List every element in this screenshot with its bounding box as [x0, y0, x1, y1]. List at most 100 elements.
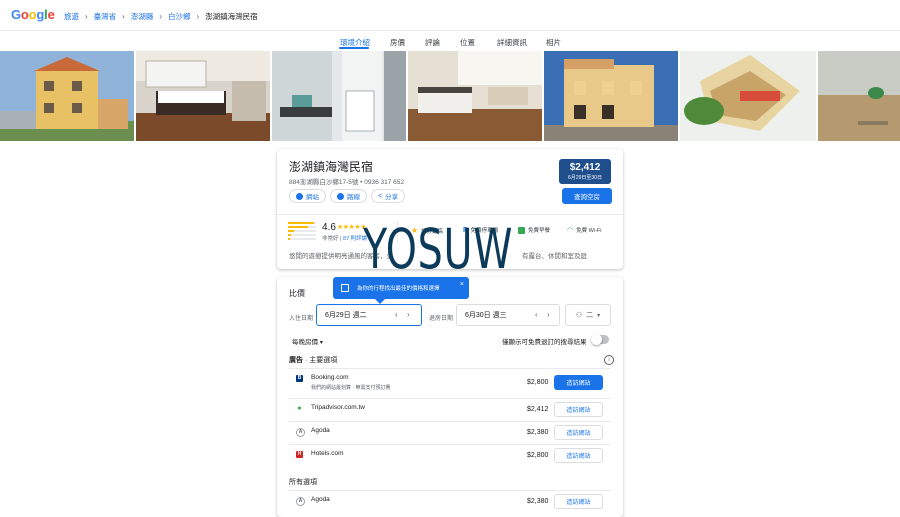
directions-chip[interactable]: 路線	[330, 189, 367, 203]
compare-title: 比價	[289, 289, 305, 298]
visit-site-button[interactable]: 造訪網站	[554, 494, 603, 509]
breadcrumb-separator-icon: ›	[85, 12, 88, 21]
breadcrumb-baisha[interactable]: 白沙鄉	[168, 11, 191, 22]
table-row: ● Tripadvisor.com.tw $2,412 造訪網站	[289, 398, 611, 421]
directions-icon	[337, 192, 344, 200]
all-options-heading: 所有選項	[289, 479, 317, 486]
header-divider	[0, 30, 900, 31]
hotel-description-tail: 有露台、休閒和室及庭	[522, 253, 587, 260]
breadcrumb-penghu[interactable]: 澎湖縣	[131, 11, 154, 22]
chevron-right-icon[interactable]: ›	[407, 310, 410, 319]
photo-bedroom-1[interactable]	[136, 51, 270, 141]
breadcrumb-travel[interactable]: 旅遊	[64, 11, 79, 22]
breadcrumb-separator-icon: ›	[122, 12, 125, 21]
info-icon[interactable]: i	[604, 355, 614, 365]
amenity-breakfast: 免費早餐	[518, 226, 550, 234]
provider-name: Tripadvisor.com.tw	[311, 404, 365, 411]
nightly-price-label: 每晚房價	[292, 339, 318, 346]
table-row: B Booking.com 我們的網站最划算 · 無需支付預訂費 $2,800 …	[289, 368, 611, 397]
share-chip[interactable]: < 分享	[371, 189, 406, 203]
checkout-value: 6月30日 週三	[465, 312, 507, 319]
breadcrumb-separator-icon: ›	[196, 12, 200, 21]
logo-letter: o	[20, 7, 29, 22]
featured-options-title: 主要選項	[309, 357, 338, 364]
rating-label: 非常好 | 87 則評論	[322, 236, 368, 242]
free-cancel-toggle[interactable]	[591, 334, 609, 345]
checkin-field[interactable]: 6月29日 週二 ‹ ›	[316, 304, 422, 326]
provider-price: $2,380	[527, 429, 549, 436]
photo-exterior[interactable]	[0, 51, 134, 141]
guests-value: 二	[586, 312, 594, 319]
photo-bathroom[interactable]	[272, 51, 406, 141]
photo-bedroom-2[interactable]	[408, 51, 542, 141]
guests-selector[interactable]: ⚇ 二 ▾	[565, 304, 611, 326]
hotels-logo-icon: H	[296, 451, 303, 458]
logo-letter: g	[36, 7, 45, 22]
check-availability-button[interactable]: 查詢空房	[562, 188, 612, 204]
chevron-left-icon[interactable]: ‹	[395, 310, 398, 319]
checkout-field[interactable]: 6月30日 週三 ‹ ›	[456, 304, 560, 326]
table-row: A Agoda $2,380 造訪網站	[289, 421, 611, 444]
logo-letter: G	[11, 7, 21, 22]
breadcrumb: 旅遊 › 臺灣省 › 澎湖縣 › 白沙鄉 › 澎湖鎮海灣民宿	[64, 11, 258, 22]
free-cancel-label: 僅顯示可免費退訂的搜尋結果	[502, 339, 587, 346]
tripadvisor-logo-icon: ●	[296, 405, 303, 412]
visit-site-button[interactable]: 造訪網站	[554, 375, 603, 390]
agoda-logo-icon: A	[296, 428, 305, 437]
website-chip-label: 網站	[306, 194, 319, 201]
visit-site-button[interactable]: 造訪網站	[554, 402, 603, 417]
breadcrumb-taiwan[interactable]: 臺灣省	[94, 11, 117, 22]
photo-food[interactable]	[680, 51, 816, 141]
provider-name: Agoda	[311, 496, 330, 503]
star-rating-icon: ★★★★★	[337, 224, 366, 231]
top-bar: Google 旅遊 › 臺灣省 › 澎湖縣 › 白沙鄉 › 澎湖鎮海灣民宿	[0, 0, 900, 30]
visit-site-button[interactable]: 造訪網站	[554, 425, 603, 440]
ads-label: 廣告	[289, 357, 303, 364]
table-row: H Hotels.com $2,800 造訪網站	[289, 444, 611, 467]
provider-name: Agoda	[311, 427, 330, 434]
price-compare-panel: 比價 為你的行程找出最佳的價格和選擇 × 入住日期 6月29日 週二 ‹ › 退…	[277, 277, 623, 517]
chevron-right-icon[interactable]: ›	[547, 310, 550, 319]
breadcrumb-current: 澎湖鎮海灣民宿	[205, 12, 258, 21]
watermark-text: YOSUW	[363, 217, 514, 281]
photo-house-evening[interactable]	[544, 51, 678, 141]
breakfast-icon	[518, 226, 525, 234]
provider-sub: 我們的網站最划算 · 無需支付預訂費	[311, 385, 391, 391]
google-logo[interactable]: Google	[11, 7, 55, 22]
caret-down-icon: ▾	[319, 340, 323, 346]
booking-logo-icon: B	[296, 375, 303, 382]
calendar-icon	[341, 284, 349, 292]
tab-details[interactable]: 詳細資訊	[497, 37, 527, 48]
rating-number: 4.6	[322, 222, 336, 233]
wifi-icon: ◠	[567, 227, 574, 234]
amenity-label: 免費早餐	[528, 228, 551, 234]
tab-reviews[interactable]: 評論	[425, 37, 440, 48]
photo-landscape[interactable]	[818, 51, 900, 141]
globe-icon	[296, 192, 303, 200]
checkin-value: 6月29日 週二	[325, 312, 367, 319]
directions-chip-label: 路線	[347, 194, 360, 201]
website-chip[interactable]: 網站	[289, 189, 326, 203]
provider-price: $2,800	[527, 379, 549, 386]
hotel-address: 884澎湖縣白沙鄉17-5號 • 0936 317 652	[289, 179, 405, 186]
person-icon: ⚇	[575, 312, 583, 319]
tab-prices[interactable]: 房價	[390, 37, 405, 48]
table-row: A Agoda $2,380 造訪網站	[289, 490, 611, 513]
nightly-price-dropdown[interactable]: 每晚房價 ▾	[292, 336, 323, 346]
amenity-label: 免費 Wi-Fi	[576, 228, 602, 234]
checkout-label: 退房日期	[429, 316, 454, 322]
featured-options-heading: 廣告 · 主要選項	[289, 357, 338, 364]
share-icon: <	[378, 192, 383, 200]
price-value: $2,412	[569, 162, 601, 173]
card-divider	[277, 214, 623, 215]
close-icon[interactable]: ×	[460, 281, 464, 288]
price-dates: 6月29日至30日	[568, 175, 602, 181]
tab-active-indicator	[339, 47, 369, 49]
rating-text: 非常好	[322, 236, 339, 242]
chevron-left-icon[interactable]: ‹	[535, 310, 538, 319]
tab-location[interactable]: 位置	[460, 37, 475, 48]
provider-name: Booking.com	[311, 374, 349, 381]
price-badge[interactable]: $2,412 6月29日至30日	[559, 159, 611, 184]
tab-photos[interactable]: 相片	[546, 37, 561, 48]
visit-site-button[interactable]: 造訪網站	[554, 448, 603, 463]
